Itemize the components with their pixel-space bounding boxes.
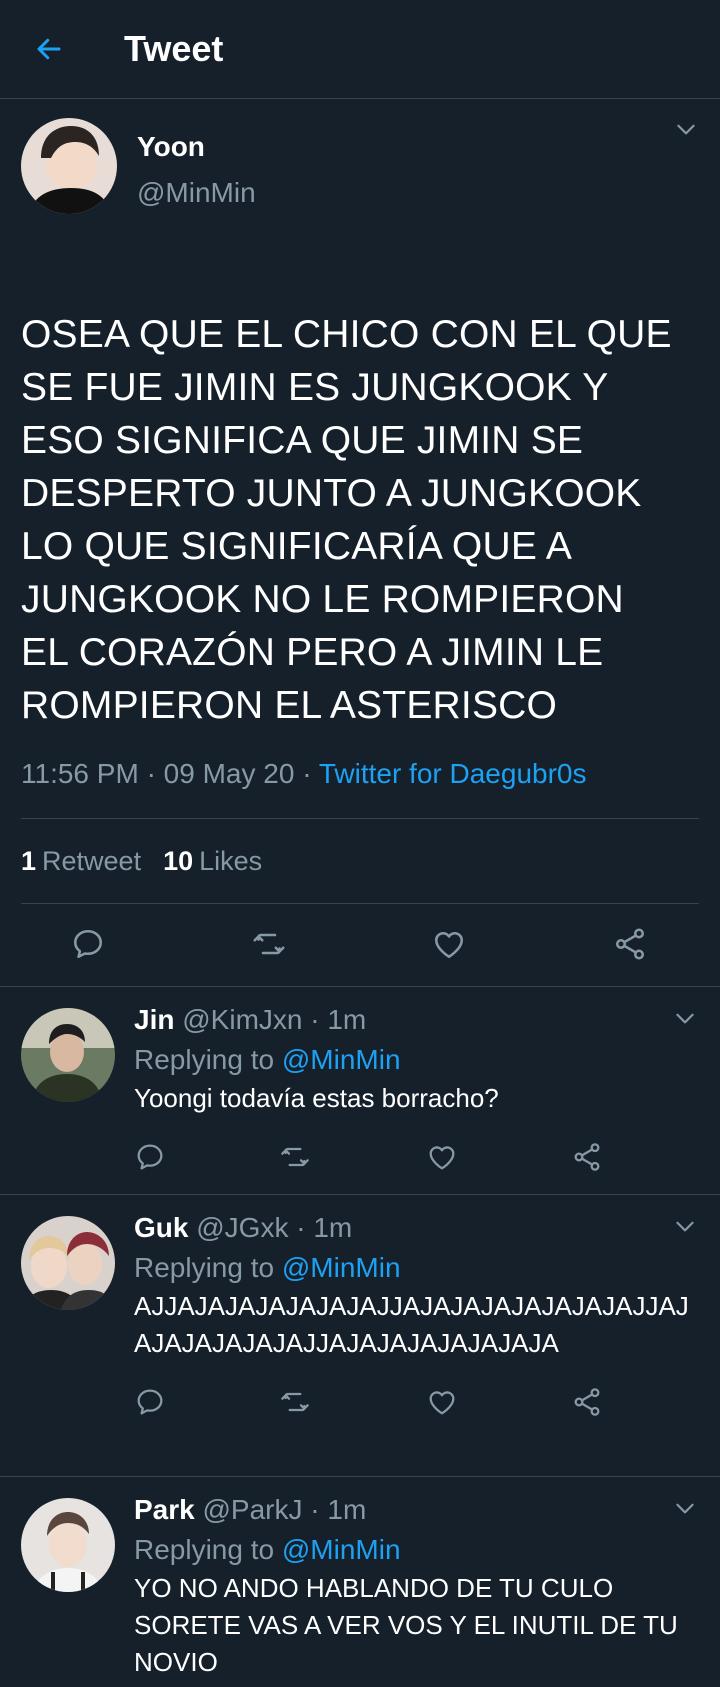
- reply-actions: [0, 1374, 720, 1434]
- chevron-down-icon[interactable]: [672, 1005, 698, 1031]
- like-count: 10: [163, 845, 194, 876]
- reply-icon[interactable]: [134, 1141, 166, 1173]
- share-icon[interactable]: [571, 1141, 603, 1173]
- like-icon[interactable]: [426, 1141, 458, 1173]
- meta-separator: ·: [310, 1004, 320, 1035]
- tweet-actions: [21, 904, 699, 986]
- replying-label: Replying to: [134, 1534, 275, 1565]
- top-bar: Tweet: [0, 0, 720, 99]
- retweet-icon[interactable]: [278, 1141, 312, 1173]
- tweet-meta: 11:56 PM · 09 May 20 · Twitter for Daegu…: [21, 754, 699, 794]
- retweet-icon[interactable]: [278, 1386, 312, 1418]
- retweet-label: Retweet: [42, 845, 142, 876]
- avatar[interactable]: [21, 1216, 115, 1310]
- reply-text: AJJAJAJAJAJAJAJAJJAJAJAJAJAJAJAJAJJAJAJA…: [134, 1291, 689, 1358]
- chevron-down-icon[interactable]: [673, 116, 699, 142]
- reply-author-handle[interactable]: @JGxk: [196, 1212, 288, 1243]
- reply-time: 1m: [327, 1004, 367, 1035]
- like-count-link[interactable]: 10 Likes: [163, 846, 262, 877]
- tweet-time: 11:56 PM: [21, 758, 139, 789]
- replying-label: Replying to: [134, 1252, 275, 1283]
- reply-item[interactable]: Guk @JGxk · 1m Replying to @MinMin AJJAJ…: [0, 1194, 720, 1476]
- share-icon[interactable]: [612, 926, 648, 962]
- tweet-stats: 1 Retweet 10 Likes: [21, 819, 699, 903]
- avatar[interactable]: [21, 1008, 115, 1102]
- author-handle[interactable]: @MinMin: [137, 176, 256, 210]
- replying-to-link[interactable]: @MinMin: [282, 1252, 401, 1283]
- reply-icon[interactable]: [70, 926, 106, 962]
- retweet-count-link[interactable]: 1 Retweet: [21, 846, 141, 877]
- reply-item[interactable]: Jin @KimJxn · 1m Replying to @MinMin Yoo…: [0, 986, 720, 1194]
- reply-author-handle[interactable]: @ParkJ: [203, 1494, 303, 1525]
- reply-author-name[interactable]: Park: [134, 1494, 195, 1525]
- reply-time: 1m: [327, 1494, 367, 1525]
- main-tweet: Yoon @MinMin OSEA QUE EL CHICO CON EL QU…: [0, 99, 720, 986]
- tweet-date: 09 May 20: [163, 758, 295, 789]
- retweet-icon[interactable]: [250, 926, 288, 962]
- back-arrow-icon[interactable]: [32, 32, 66, 66]
- reply-icon[interactable]: [134, 1386, 166, 1418]
- reply-actions: [0, 1129, 720, 1189]
- reply-author-name[interactable]: Guk: [134, 1212, 188, 1243]
- reply-author-handle[interactable]: @KimJxn: [182, 1004, 302, 1035]
- replying-to: Replying to @MinMin: [134, 1532, 700, 1568]
- replying-to-link[interactable]: @MinMin: [282, 1534, 401, 1565]
- reply-item[interactable]: Park @ParkJ · 1m Replying to @MinMin YO …: [0, 1476, 720, 1687]
- page-title: Tweet: [124, 28, 224, 69]
- reply-author-name[interactable]: Jin: [134, 1004, 174, 1035]
- replying-to: Replying to @MinMin: [134, 1042, 700, 1078]
- tweet-author: Yoon @MinMin: [21, 99, 699, 313]
- reply-text: YO NO ANDO HABLANDO DE TU CULO SORETE VA…: [134, 1573, 678, 1677]
- tweet-source-link[interactable]: Twitter for Daegubr0s: [319, 758, 587, 789]
- replying-to-link[interactable]: @MinMin: [282, 1044, 401, 1075]
- tweet-text: OSEA QUE EL CHICO CON EL QUE SE FUE JIMI…: [21, 313, 672, 727]
- like-icon[interactable]: [426, 1386, 458, 1418]
- chevron-down-icon[interactable]: [672, 1213, 698, 1239]
- replying-label: Replying to: [134, 1044, 275, 1075]
- avatar[interactable]: [21, 118, 117, 214]
- meta-separator: ·: [302, 758, 319, 789]
- meta-separator: ·: [310, 1494, 320, 1525]
- likes-label: Likes: [199, 845, 263, 876]
- reply-time: 1m: [313, 1212, 353, 1243]
- retweet-count: 1: [21, 845, 37, 876]
- share-icon[interactable]: [571, 1386, 603, 1418]
- meta-separator: ·: [296, 1212, 306, 1243]
- avatar[interactable]: [21, 1498, 115, 1592]
- author-name[interactable]: Yoon: [137, 130, 256, 164]
- meta-separator: ·: [146, 758, 164, 789]
- like-icon[interactable]: [431, 926, 467, 962]
- reply-text: Yoongi todavía estas borracho?: [134, 1083, 499, 1113]
- chevron-down-icon[interactable]: [672, 1495, 698, 1521]
- replying-to: Replying to @MinMin: [134, 1250, 700, 1286]
